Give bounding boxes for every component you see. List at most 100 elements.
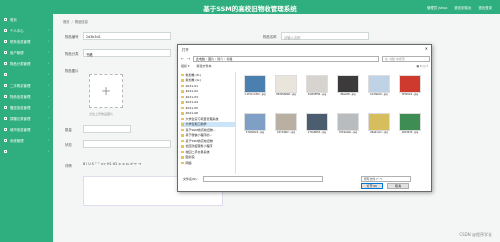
sidebar-item[interactable]: 二手购买管理 ›	[0, 80, 53, 91]
chevron-icon: ›	[47, 149, 49, 153]
sidebar: 首页 个人中心 › 院系信息管理 › 用户管理 › 物品分类管理 › › 二手购买管理 › 物品信息管理…	[0, 14, 53, 242]
sidebar-item[interactable]: 物品分类管理 ›	[0, 58, 53, 69]
file-name: 57262024...jpg	[245, 131, 265, 134]
organize-button[interactable]: 组织 ▾	[181, 64, 189, 68]
tree-item-label: 基于SSM的高校旧物...	[185, 127, 216, 132]
field-label-status: 状态	[65, 143, 72, 147]
tree-item[interactable]: 网络	[181, 160, 235, 166]
breadcrumb-home[interactable]: 首页	[63, 20, 70, 24]
cancel-button[interactable]: 取消	[387, 183, 409, 189]
chevron-icon: ›	[47, 94, 49, 98]
field-label-code: 物品编号	[65, 35, 79, 39]
image-uploader[interactable]: +	[89, 74, 123, 108]
folder-icon	[181, 134, 184, 137]
search-field[interactable]: 在 书籍 中搜索	[382, 55, 430, 62]
sidebar-item-label: 院系信息管理	[10, 40, 31, 44]
dialog-footer: 文件名(N): 所有文件 (*.*) 打开(O) 取消	[181, 176, 430, 190]
sidebar-item-label: 二手购买管理	[10, 84, 31, 88]
view-options-icon[interactable]: ▦ ▾ ◫ ?	[416, 64, 428, 68]
sidebar-item[interactable]: 个人中心 ›	[0, 25, 53, 36]
path-field[interactable]: 此电脑 › 图片 › 简介 › 书籍	[193, 55, 379, 62]
file-name: e8d3b70...jpg	[401, 131, 419, 134]
tree-item-label: 网络	[185, 160, 192, 165]
folder-tree[interactable]: 新加卷 (D:) 新加卷 (G:) 2021-01 2021-02 2021-03 202…	[181, 72, 236, 174]
breadcrumb-current: 物品信息	[74, 20, 88, 24]
menu-icon	[4, 18, 7, 21]
file-name: 29e61c2c...jpg	[370, 131, 388, 134]
address-bar: ← → 此电脑 › 图片 › 简介 › 书籍 在 书籍 中搜索	[181, 55, 430, 62]
folder-icon	[181, 106, 184, 109]
file-name: 0719a2eb...jpg	[338, 131, 358, 134]
file-thumbnail[interactable]: e8d3b70...jpg	[396, 113, 424, 135]
admin-link[interactable]: 管理员 jshuo	[427, 6, 447, 10]
sidebar-item[interactable]: 首页	[0, 14, 53, 25]
image-preview	[244, 75, 266, 93]
qty-input[interactable]	[83, 125, 131, 133]
code-input[interactable]: 2d3b3d1	[83, 32, 171, 40]
tree-item-label: 新加卷 (G:)	[185, 78, 202, 83]
file-thumbnail[interactable]: 0719a2eb...jpg	[334, 113, 362, 135]
file-thumbnail[interactable]: 1-1f31c1d52...jpg	[241, 75, 269, 97]
tree-item-label: 基于微信小程序的...	[185, 133, 213, 138]
dialog-title-text: 打开	[182, 47, 189, 52]
sidebar-item[interactable]: 系统管理 ›	[0, 135, 53, 146]
chevron-icon: ›	[47, 72, 49, 76]
chevron-icon: ›	[47, 61, 49, 65]
folder-icon	[181, 145, 184, 148]
logout-link[interactable]: 退出登录	[478, 6, 492, 10]
sidebar-item[interactable]: 赠送信息管理 ›	[0, 102, 53, 113]
sidebar-item[interactable]: 捐赠记录管理 ›	[0, 113, 53, 124]
image-preview	[306, 75, 328, 93]
menu-icon	[4, 95, 7, 98]
sidebar-item-label: 个人中心	[10, 29, 24, 33]
image-preview	[275, 75, 297, 93]
sidebar-item[interactable]: 城市信息管理 ›	[0, 124, 53, 135]
file-thumbnail[interactable]: 910fd5f56...jpg	[303, 75, 331, 97]
open-button[interactable]: 打开(O)	[361, 183, 383, 189]
folder-icon	[181, 150, 184, 153]
name-input[interactable]: 请输入名称	[281, 32, 369, 40]
file-grid[interactable]: 1-1f31c1d52...jpg 80db5fa6bf...jpg 910fd5f…	[239, 72, 431, 174]
file-thumbnail[interactable]: 80db5fa6bf...jpg	[272, 75, 300, 97]
sidebar-item[interactable]: 物品信息管理 ›	[0, 91, 53, 102]
file-thumbnail[interactable]: 57262024...jpg	[241, 113, 269, 135]
new-folder-button[interactable]: 新建文件夹	[196, 64, 211, 68]
sidebar-item[interactable]: ›	[0, 69, 53, 80]
plus-icon: +	[100, 84, 112, 98]
sidebar-item[interactable]: 院系信息管理 ›	[0, 36, 53, 47]
menu-icon	[4, 29, 7, 32]
close-icon[interactable]: ✕	[425, 46, 428, 51]
breadcrumb: 首页 / 物品信息	[63, 20, 88, 24]
field-label-category: 物品分类	[65, 52, 79, 56]
file-thumbnail[interactable]: 2471d6bc...jpg	[272, 113, 300, 135]
file-thumbnail[interactable]: 29e61c2c...jpg	[365, 113, 393, 135]
file-thumbnail[interactable]: b12fa1bb...jpg	[365, 75, 393, 97]
tree-item-label: 2021-02	[185, 89, 199, 94]
status-input[interactable]	[83, 140, 171, 148]
menu-icon	[4, 139, 7, 142]
chevron-icon: ›	[47, 39, 49, 43]
sidebar-item-label: 用户管理	[10, 51, 24, 55]
image-preview	[399, 113, 421, 131]
file-name: 910fd5f56...jpg	[307, 93, 327, 96]
filetype-select[interactable]: 所有文件 (*.*)	[361, 176, 411, 182]
tree-item-label: 2021-06	[185, 111, 199, 116]
sidebar-item[interactable]: 用户管理 ›	[0, 47, 53, 58]
field-label-qty: 数量	[65, 128, 72, 132]
sidebar-item-label: 物品信息管理	[10, 95, 31, 99]
front-link[interactable]: 退出到前台	[454, 6, 471, 10]
sidebar-item[interactable]: ›	[0, 146, 53, 157]
file-thumbnail[interactable]: 5f32024...jpg	[396, 75, 424, 97]
sidebar-item-label: 首页	[10, 18, 17, 22]
file-thumbnail[interactable]: 86aa58...jpg	[334, 75, 362, 97]
sidebar-item-label: 城市信息管理	[10, 128, 31, 132]
file-thumbnail[interactable]: 271b8055...jpg	[303, 113, 331, 135]
folder-icon	[181, 101, 184, 104]
image-preview	[275, 113, 297, 131]
folder-icon	[181, 112, 184, 115]
file-name: b12fa1bb...jpg	[370, 93, 388, 96]
filename-input[interactable]	[203, 176, 323, 182]
folder-icon	[181, 156, 184, 159]
folder-icon	[181, 95, 184, 98]
category-select[interactable]: 书籍	[83, 49, 171, 57]
